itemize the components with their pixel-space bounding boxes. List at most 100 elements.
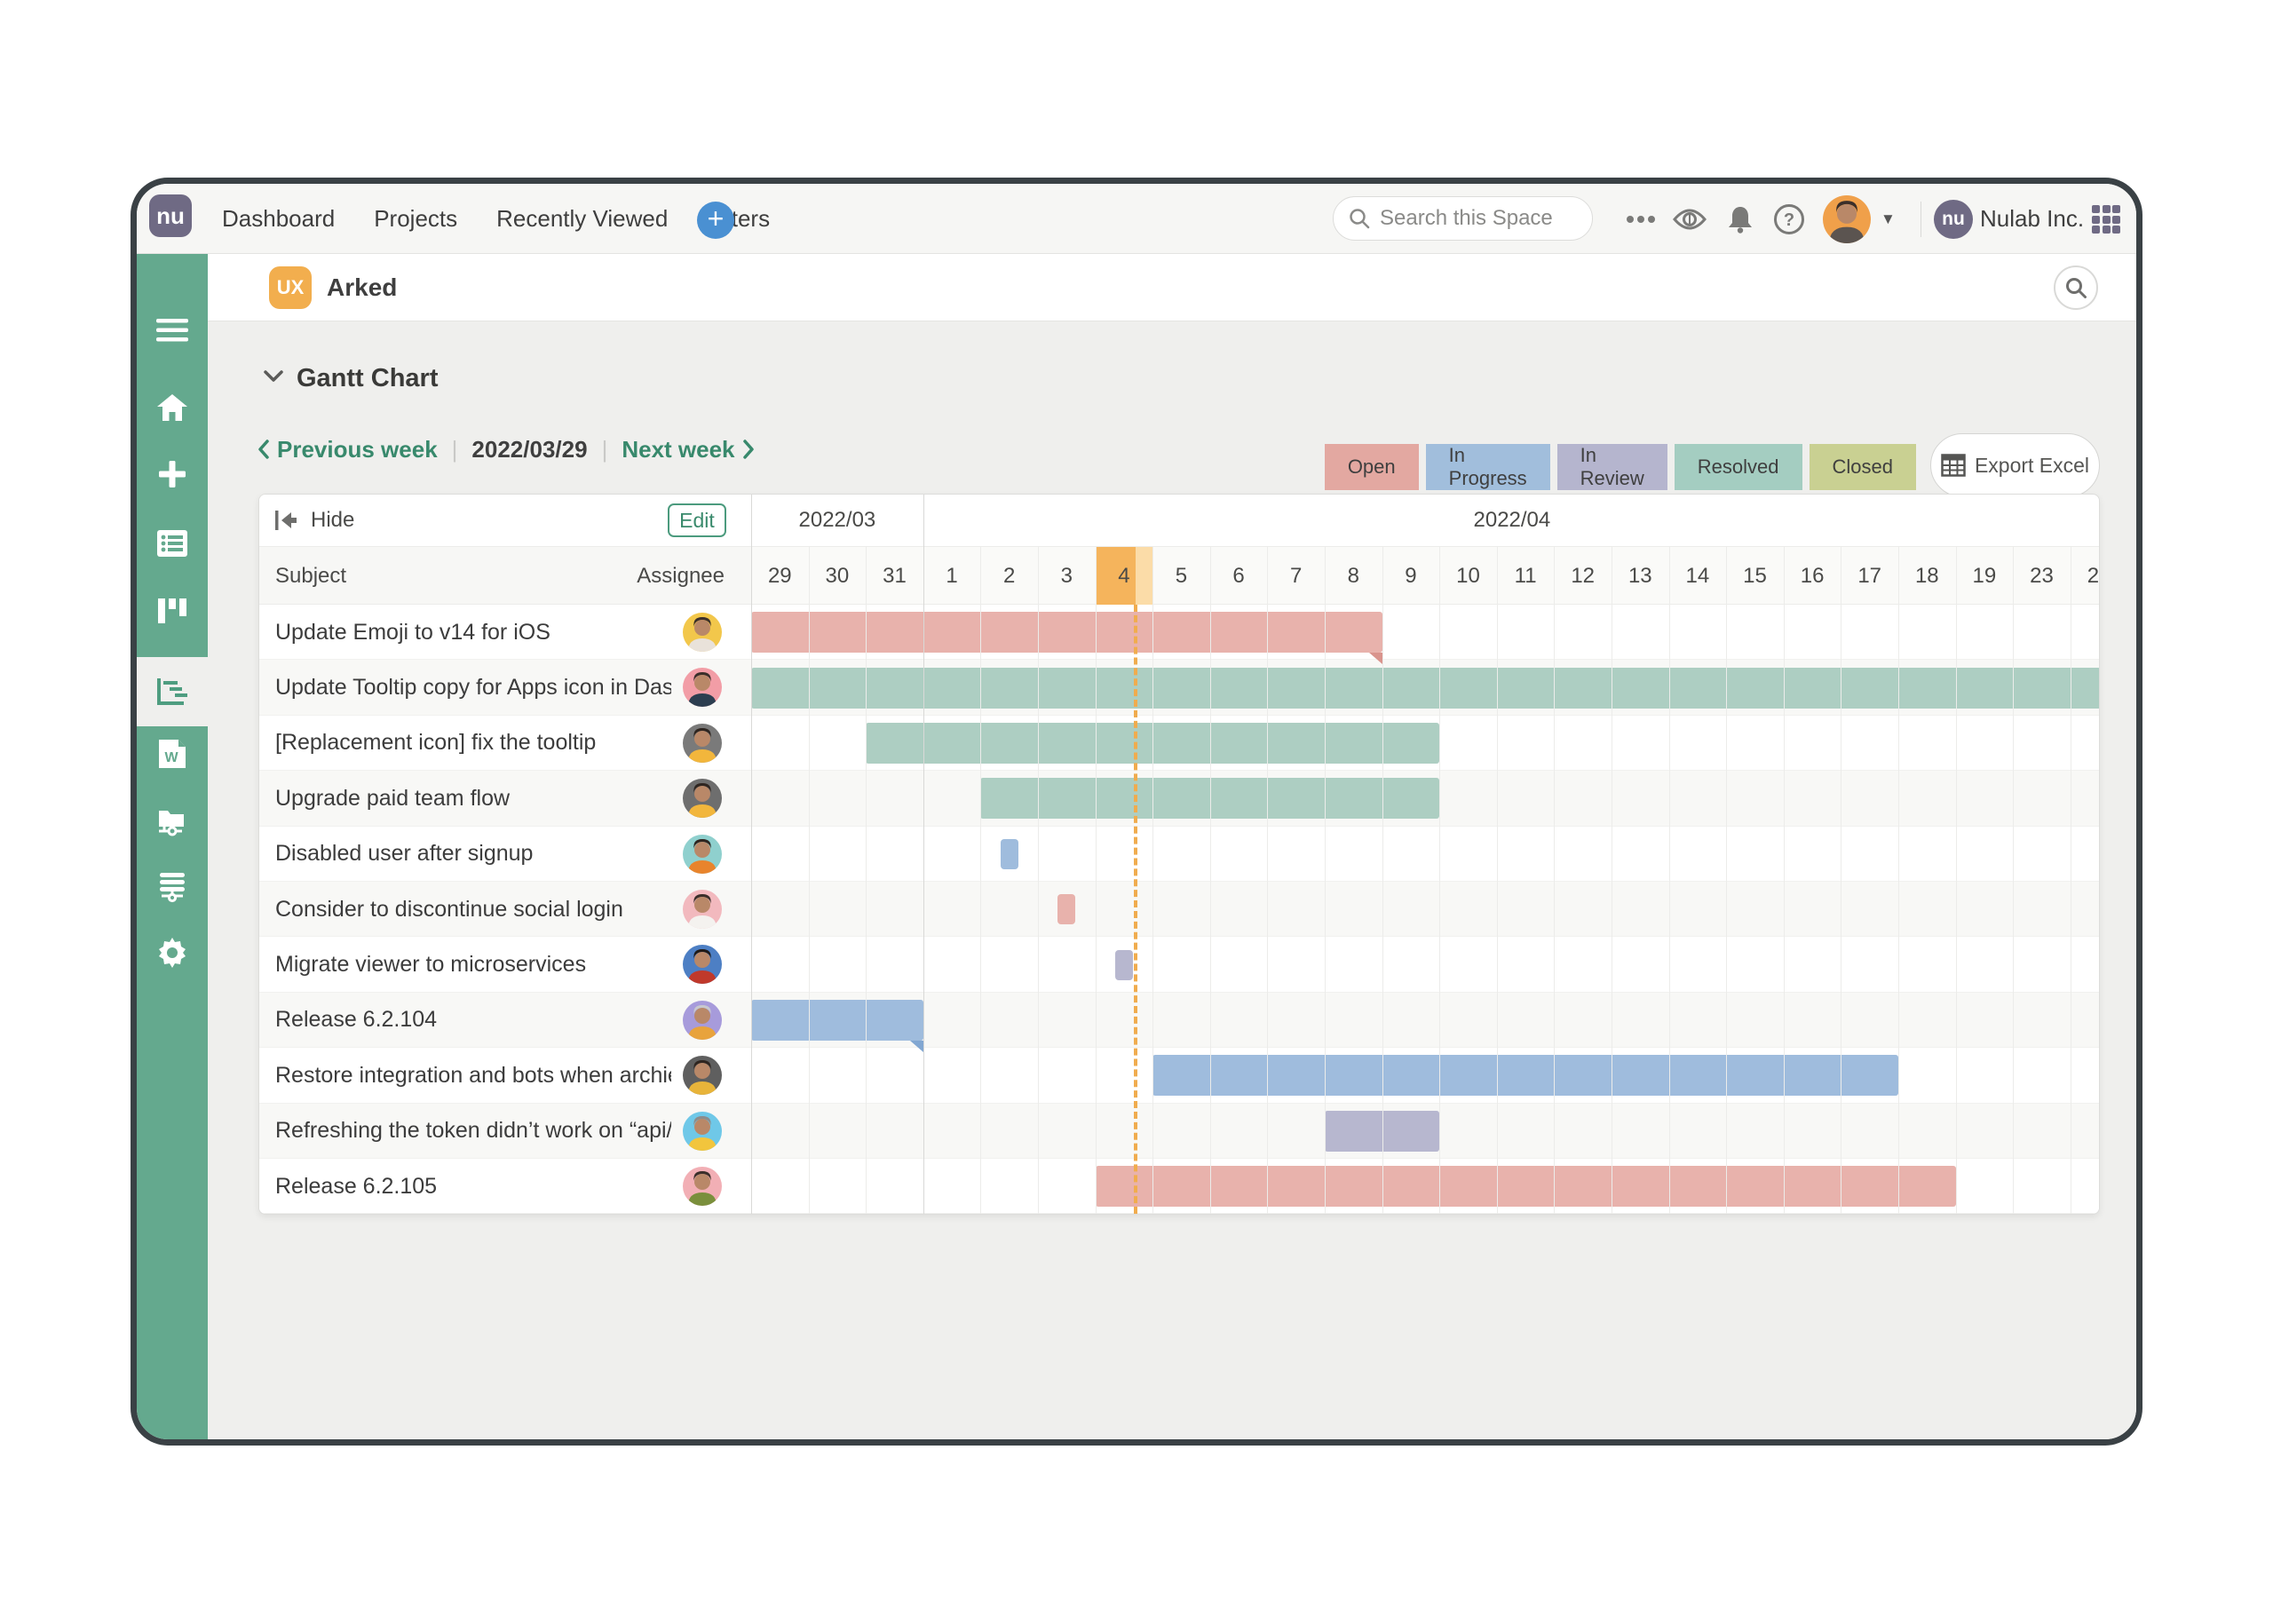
assignee-avatar[interactable] [683, 890, 722, 929]
assignee-avatar[interactable] [683, 724, 722, 763]
task-subject[interactable]: Update Tooltip copy for Apps icon in Das… [275, 660, 671, 715]
current-week-date: 2022/03/29 [471, 436, 587, 463]
project-header-bar: UX Arked [208, 254, 2136, 321]
task-row[interactable]: Refreshing the token didn’t work on “api… [259, 1104, 751, 1159]
task-row[interactable]: Restore integration and bots when archie… [259, 1048, 751, 1103]
svg-text:W: W [164, 750, 178, 765]
grid-line [1554, 546, 1555, 1214]
project-badge[interactable]: UX [269, 266, 312, 309]
date-header-6: 6 [1210, 547, 1268, 606]
sidebar-item-issues-list[interactable] [137, 517, 208, 570]
watch-eye-button[interactable] [1669, 184, 1710, 254]
grid-line [1152, 546, 1153, 1214]
task-subject[interactable]: Release 6.2.104 [275, 993, 671, 1048]
sidebar-item-repository[interactable] [137, 860, 208, 914]
task-subject[interactable]: Refreshing the token didn’t work on “api… [275, 1104, 671, 1159]
task-row[interactable]: Upgrade paid team flow [259, 771, 751, 826]
task-row[interactable]: Update Tooltip copy for Apps icon in Das… [259, 660, 751, 715]
gantt-bar-open[interactable] [1096, 1166, 1956, 1207]
gantt-bar-in_progress[interactable] [751, 1000, 923, 1041]
task-row[interactable]: [Replacement icon] fix the tooltip [259, 716, 751, 771]
assignee-avatar[interactable] [683, 613, 722, 652]
task-subject[interactable]: Restore integration and bots when archie… [275, 1048, 671, 1103]
sidebar-item-shared-files[interactable] [137, 796, 208, 849]
edit-button[interactable]: Edit [668, 503, 726, 537]
task-subject[interactable]: Consider to discontinue social login [275, 882, 671, 937]
notifications-bell-button[interactable] [1721, 184, 1760, 254]
date-header-2: 2 [980, 547, 1038, 606]
apps-grid-icon[interactable] [2092, 205, 2120, 234]
date-header-12: 12 [1554, 547, 1612, 606]
help-button[interactable]: ? [1769, 184, 1810, 254]
sidebar-item-gantt[interactable] [137, 657, 208, 726]
task-subject[interactable]: Upgrade paid team flow [275, 771, 671, 826]
sidebar-item-settings[interactable] [137, 926, 208, 979]
sidebar-item-home[interactable] [137, 381, 208, 434]
task-subject[interactable]: Migrate viewer to microservices [275, 937, 671, 992]
assignee-avatar[interactable] [683, 1056, 722, 1095]
export-excel-button[interactable]: Export Excel [1930, 433, 2100, 497]
previous-week-link[interactable]: Previous week [257, 436, 438, 463]
task-row[interactable]: Release 6.2.104 [259, 993, 751, 1048]
project-search-button[interactable] [2054, 265, 2098, 310]
task-row[interactable]: Migrate viewer to microservices [259, 937, 751, 992]
plus-icon [157, 459, 187, 489]
separator: | [602, 436, 608, 463]
date-header-19: 19 [1956, 547, 2014, 606]
assignee-avatar[interactable] [683, 1112, 722, 1151]
legend-chip-in-review[interactable]: In Review [1557, 444, 1667, 490]
more-options-button[interactable] [1621, 184, 1660, 254]
sidebar-item-hamburger[interactable] [137, 304, 208, 357]
task-row[interactable]: Release 6.2.105 [259, 1159, 751, 1214]
hide-panel-button[interactable]: Hide [273, 508, 354, 533]
user-avatar[interactable] [1823, 195, 1871, 243]
space-search-input[interactable]: Search this Space [1333, 196, 1593, 241]
sidebar-item-plus[interactable] [137, 448, 208, 501]
task-row[interactable]: Update Emoji to v14 for iOS [259, 605, 751, 660]
assignee-avatar[interactable] [683, 1001, 722, 1040]
task-subject[interactable]: [Replacement icon] fix the tooltip [275, 716, 671, 771]
task-subject[interactable]: Disabled user after signup [275, 827, 671, 882]
gantt-bar-in_progress[interactable] [1001, 839, 1018, 869]
legend-chip-closed[interactable]: Closed [1810, 444, 1916, 490]
nulab-app-logo[interactable]: nu [149, 194, 192, 237]
date-header-11: 11 [1497, 547, 1555, 606]
project-title: Arked [327, 254, 397, 321]
legend-chip-open[interactable]: Open [1325, 444, 1419, 490]
subject-column-header: Subject [275, 547, 346, 606]
assignee-avatar[interactable] [683, 668, 722, 707]
assignee-avatar[interactable] [683, 945, 722, 984]
nulab-org-logo[interactable]: nu [1934, 200, 1973, 239]
next-week-link[interactable]: Next week [622, 436, 754, 463]
chevron-right-icon [742, 440, 755, 459]
gantt-bar-open[interactable] [751, 612, 1382, 653]
gantt-bar-in_progress[interactable] [1152, 1055, 1898, 1096]
task-subject[interactable]: Release 6.2.105 [275, 1159, 671, 1214]
chevron-down-icon[interactable] [263, 369, 284, 388]
sidebar-item-wiki[interactable]: W [137, 727, 208, 780]
org-name[interactable]: Nulab Inc. [1980, 184, 2084, 254]
assignee-avatar[interactable] [683, 835, 722, 874]
grid-line [1325, 546, 1326, 1214]
grid-line [1726, 546, 1727, 1214]
gantt-bar-in_review[interactable] [1115, 950, 1133, 980]
nav-link-projects[interactable]: Projects [374, 205, 457, 233]
nav-link-dashboard[interactable]: Dashboard [222, 205, 335, 233]
nav-link-recently-viewed[interactable]: Recently Viewed [496, 205, 668, 233]
gantt-icon [155, 677, 189, 707]
assignee-avatar[interactable] [683, 1167, 722, 1206]
gantt-bar-open[interactable] [1057, 894, 1075, 924]
legend-chip-resolved[interactable]: Resolved [1675, 444, 1802, 490]
left-panel-toolbar: Hide Edit [259, 495, 751, 546]
grid-line [866, 546, 867, 1214]
table-icon [1941, 454, 1966, 477]
task-row[interactable]: Disabled user after signup [259, 827, 751, 882]
user-menu-caret-icon[interactable]: ▼ [1881, 184, 1896, 254]
task-row[interactable]: Consider to discontinue social login [259, 882, 751, 937]
legend-chip-in-progress[interactable]: In Progress [1426, 444, 1550, 490]
assignee-avatar[interactable] [683, 779, 722, 818]
task-subject[interactable]: Update Emoji to v14 for iOS [275, 605, 671, 660]
add-button[interactable]: + [697, 202, 734, 239]
grid-line [1439, 546, 1440, 1214]
sidebar-item-board[interactable] [137, 584, 208, 638]
